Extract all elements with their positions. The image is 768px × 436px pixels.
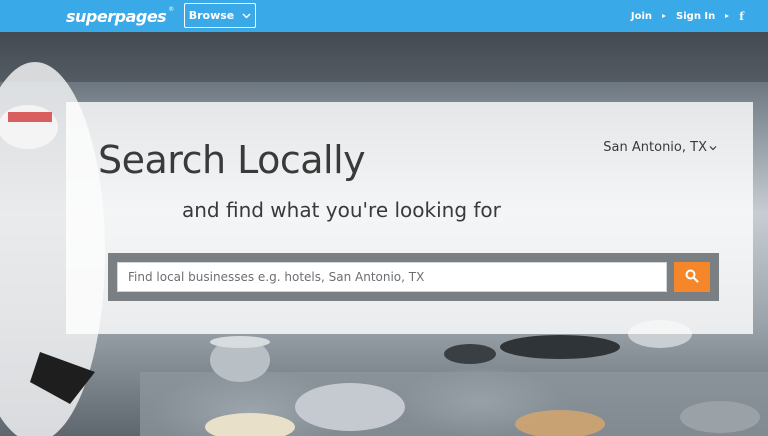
page-title: Search Locally — [98, 138, 366, 182]
browse-label: Browse — [188, 9, 235, 22]
facebook-icon[interactable]: f — [739, 10, 744, 23]
search-panel: Search Locally San Antonio, TX and find … — [66, 102, 753, 334]
browse-button[interactable]: Browse — [184, 3, 256, 28]
logo-trademark: ® — [168, 6, 175, 13]
account-nav: Join Sign In f — [631, 0, 744, 32]
top-navigation-bar: superpages ® Browse Join Sign In f — [0, 0, 768, 32]
search-button[interactable] — [674, 262, 710, 292]
separator-arrow-icon — [725, 14, 730, 18]
join-link[interactable]: Join — [631, 11, 652, 22]
logo-text: superpages — [66, 6, 167, 26]
chevron-down-icon — [242, 12, 251, 19]
page-subtitle: and find what you're looking for — [182, 198, 501, 222]
separator-arrow-icon — [662, 14, 667, 18]
search-bar — [108, 253, 719, 301]
chevron-down-icon — [709, 140, 717, 155]
location-label: San Antonio, TX — [603, 140, 707, 155]
search-input[interactable] — [117, 262, 667, 292]
search-icon — [685, 269, 699, 286]
superpages-logo[interactable]: superpages ® — [66, 4, 174, 28]
location-selector[interactable]: San Antonio, TX — [603, 140, 717, 155]
signin-link[interactable]: Sign In — [676, 11, 715, 22]
